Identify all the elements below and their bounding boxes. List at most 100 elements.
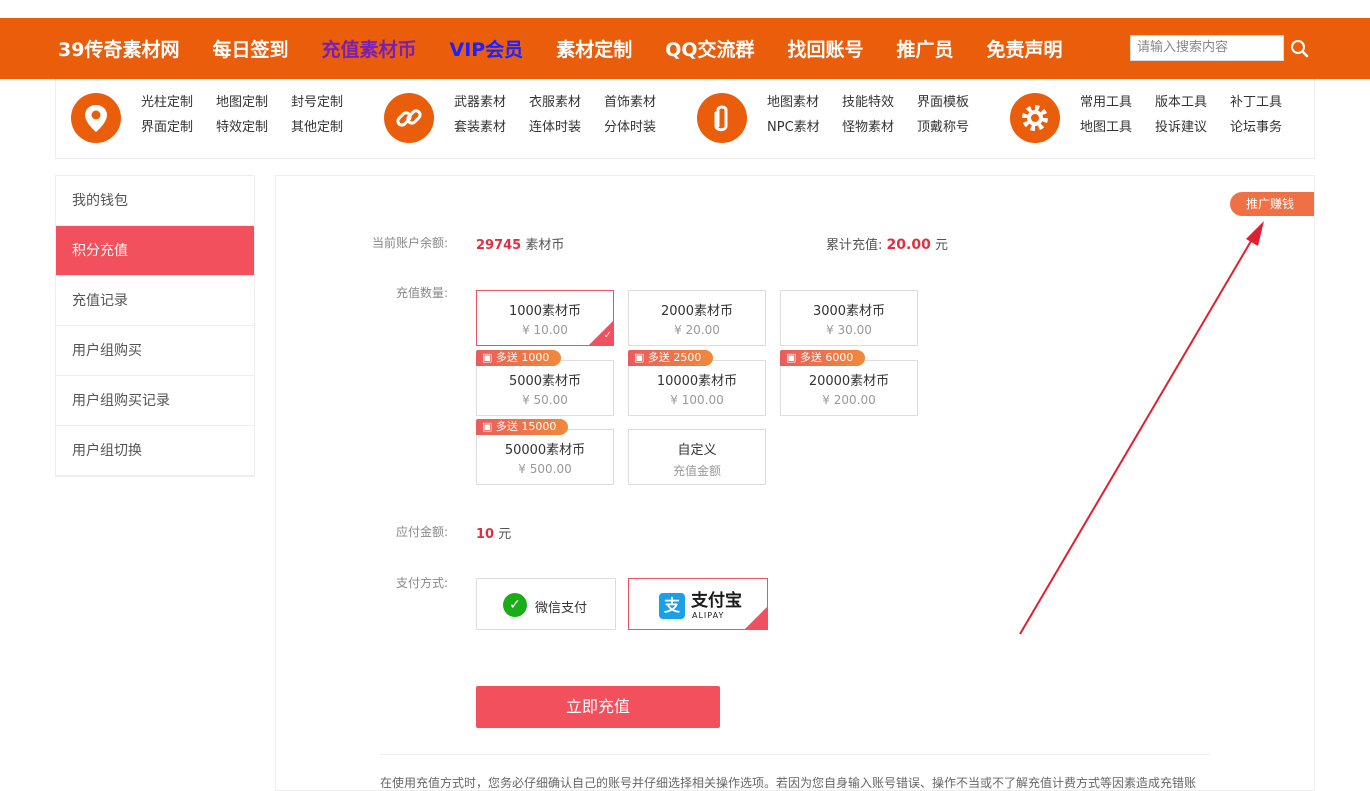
nav-home-link[interactable]: 39传奇素材网 — [58, 35, 179, 62]
sidebar-item-group-switch[interactable]: 用户组切换 — [56, 426, 254, 476]
option-price: 充值金额 — [672, 464, 721, 478]
submit-recharge-button[interactable]: 立即充值 — [476, 686, 720, 728]
option-price: ¥ 20.00 — [674, 323, 720, 337]
bonus-text: 多送 2500 — [647, 351, 702, 364]
balance-display: 29745 素材币 — [476, 234, 564, 253]
nav-custom-link[interactable]: 素材定制 — [556, 35, 632, 62]
total-unit: 元 — [934, 238, 948, 253]
cat-link[interactable]: 武器素材 — [454, 93, 529, 112]
recharge-option-2000[interactable]: 2000素材币 ¥ 20.00 — [628, 290, 766, 346]
amount-label: 充值数量: — [396, 286, 449, 300]
promo-label: 推广赚钱 — [1246, 197, 1295, 211]
recharge-notice: 在使用充值方式时，您务必仔细确认自己的账号并仔细选择相关操作选项。若因为您自身输… — [380, 776, 1197, 790]
cat-link[interactable]: 界面定制 — [141, 118, 216, 137]
recharge-option-50000[interactable]: 50000素材币 ¥ 500.00 — [476, 429, 614, 485]
recharge-option-10000[interactable]: 10000素材币 ¥ 100.00 — [628, 360, 766, 416]
bonus-badge: ▣ 多送 6000 — [780, 350, 866, 366]
recharge-option-5000[interactable]: 5000素材币 ¥ 50.00 — [476, 360, 614, 416]
cat-link[interactable]: 连体时装 — [529, 118, 604, 137]
payable-unit: 元 — [498, 527, 512, 542]
gear-icon — [1010, 93, 1060, 143]
nav-promoter-link[interactable]: 推广员 — [897, 35, 954, 62]
option-title: 1000素材币 — [508, 304, 582, 319]
option-title: 50000素材币 — [504, 443, 586, 458]
cat-link[interactable]: 常用工具 — [1080, 93, 1155, 112]
cat-link[interactable]: NPC素材 — [767, 118, 842, 137]
bonus-text: 多送 6000 — [799, 351, 854, 364]
selected-check-icon — [745, 607, 767, 629]
search-input[interactable]: 请输入搜索内容 — [1130, 35, 1284, 61]
category-bar: 光柱定制 地图定制 封号定制 界面定制 特效定制 其他定制 武器素材 衣服素材 … — [55, 79, 1315, 159]
option-title: 3000素材币 — [812, 304, 886, 319]
sidebar-item-wallet[interactable]: 我的钱包 — [56, 176, 254, 226]
pay-alipay-option[interactable]: 支 支付宝 ALIPAY — [628, 578, 768, 630]
recharge-option-20000[interactable]: 20000素材币 ¥ 200.00 — [780, 360, 918, 416]
alipay-label: 支付宝 — [691, 591, 742, 611]
cat-link[interactable]: 首饰素材 — [604, 93, 679, 112]
option-title: 5000素材币 — [508, 374, 582, 389]
cat-link[interactable]: 顶戴称号 — [917, 118, 992, 137]
payable-display: 10 元 — [476, 523, 511, 542]
recharge-option-1000[interactable]: 1000素材币 ¥ 10.00 ✓ — [476, 290, 614, 346]
cat-link[interactable]: 地图素材 — [767, 93, 842, 112]
account-sidebar: 我的钱包 积分充值 充值记录 用户组购买 用户组购买记录 用户组切换 — [55, 175, 255, 477]
cat-link[interactable]: 版本工具 — [1155, 93, 1230, 112]
balance-unit: 素材币 — [525, 238, 565, 253]
cat-link[interactable]: 地图定制 — [216, 93, 291, 112]
nav-qq-link[interactable]: QQ交流群 — [665, 35, 754, 62]
nav-recover-link[interactable]: 找回账号 — [788, 35, 864, 62]
option-title: 2000素材币 — [660, 304, 734, 319]
nav-disclaimer-link[interactable]: 免责声明 — [987, 35, 1063, 62]
promo-button[interactable]: 推广赚钱 — [1230, 192, 1314, 216]
sidebar-item-recharge-history[interactable]: 充值记录 — [56, 276, 254, 326]
divider — [380, 754, 1210, 755]
cat-link[interactable]: 界面模板 — [917, 93, 992, 112]
top-nav-bar: 39传奇素材网 每日签到 充值素材币 VIP会员 素材定制 QQ交流群 找回账号… — [0, 18, 1370, 79]
total-label: 累计充值: — [826, 238, 883, 253]
alipay-icon: 支 — [659, 593, 685, 619]
nav-recharge-link[interactable]: 充值素材币 — [321, 35, 416, 62]
bonus-text: 多送 15000 — [495, 420, 557, 433]
cat-link[interactable]: 论坛事务 — [1230, 118, 1305, 137]
cat-link[interactable]: 怪物素材 — [842, 118, 917, 137]
balance-value: 29745 — [476, 238, 522, 253]
cat-link[interactable]: 地图工具 — [1080, 118, 1155, 137]
cat-link[interactable]: 投诉建议 — [1155, 118, 1230, 137]
cat-link[interactable]: 衣服素材 — [529, 93, 604, 112]
location-pin-icon — [71, 93, 121, 143]
cat-link[interactable]: 其他定制 — [291, 118, 366, 137]
bonus-badge: ▣ 多送 15000 — [476, 419, 569, 435]
pay-method-label: 支付方式: — [396, 576, 449, 590]
payable-label: 应付金额: — [396, 525, 449, 539]
cat-link[interactable]: 光柱定制 — [141, 93, 216, 112]
search-button[interactable] — [1284, 35, 1314, 61]
pay-wechat-option[interactable]: ✓ 微信支付 — [476, 578, 616, 630]
sidebar-item-recharge[interactable]: 积分充值 — [56, 226, 254, 276]
option-price: ¥ 50.00 — [522, 393, 568, 407]
recharge-panel: 推广赚钱 当前账户余额: 29745 素材币 累计充值: 20.00 元 充值数… — [275, 175, 1315, 791]
cat-link[interactable]: 特效定制 — [216, 118, 291, 137]
total-recharge-display: 累计充值: 20.00 元 — [826, 234, 948, 253]
cat-link[interactable]: 技能特效 — [842, 93, 917, 112]
nav-vip-link[interactable]: VIP会员 — [449, 35, 523, 62]
option-price: ¥ 100.00 — [670, 393, 724, 407]
bonus-badge: ▣ 多送 1000 — [476, 350, 562, 366]
balance-label: 当前账户余额: — [372, 236, 449, 250]
cat-link[interactable]: 补丁工具 — [1230, 93, 1305, 112]
cat-link[interactable]: 封号定制 — [291, 93, 366, 112]
cat-link[interactable]: 套装素材 — [454, 118, 529, 137]
sidebar-item-group-purchase-history[interactable]: 用户组购买记录 — [56, 376, 254, 426]
payable-value: 10 — [476, 527, 495, 542]
total-value: 20.00 — [886, 237, 931, 253]
bonus-badge: ▣ 多送 2500 — [628, 350, 714, 366]
wechat-icon: ✓ — [503, 593, 527, 617]
alipay-sublabel: ALIPAY — [692, 611, 725, 620]
sidebar-item-group-purchase[interactable]: 用户组购买 — [56, 326, 254, 376]
top-nav: 39传奇素材网 每日签到 充值素材币 VIP会员 素材定制 QQ交流群 找回账号… — [58, 18, 1096, 79]
cat-link[interactable]: 分体时装 — [604, 118, 679, 137]
recharge-option-custom[interactable]: 自定义 充值金额 — [628, 429, 766, 485]
paperclip-icon — [697, 93, 747, 143]
recharge-option-3000[interactable]: 3000素材币 ¥ 30.00 — [780, 290, 918, 346]
option-title: 20000素材币 — [808, 374, 890, 389]
nav-checkin-link[interactable]: 每日签到 — [212, 35, 288, 62]
